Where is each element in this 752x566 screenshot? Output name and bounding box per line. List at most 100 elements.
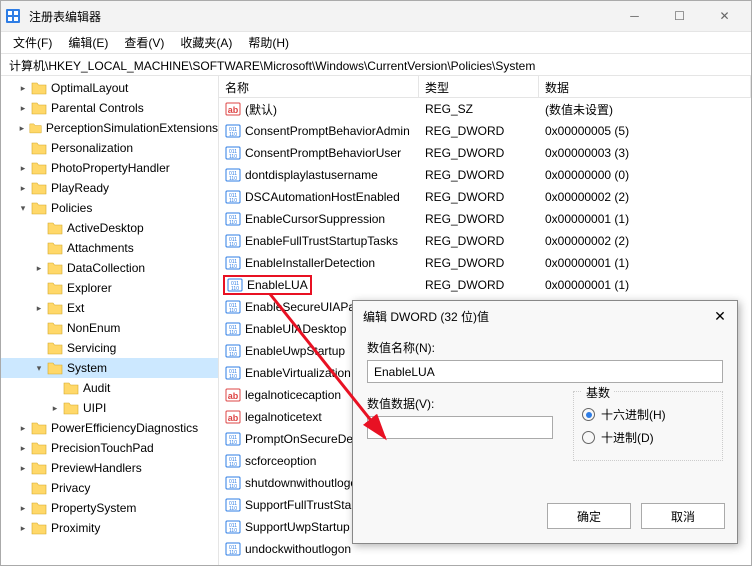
expander-icon[interactable]: ▾ xyxy=(17,202,29,214)
expander-icon[interactable] xyxy=(49,382,61,394)
folder-icon xyxy=(47,221,63,235)
tree-node-privacy[interactable]: Privacy xyxy=(1,478,218,498)
expander-icon[interactable] xyxy=(17,142,29,154)
value-name: EnableUIADesktop xyxy=(245,322,346,336)
expander-icon[interactable] xyxy=(33,242,45,254)
expander-icon[interactable]: ▸ xyxy=(17,502,29,514)
svg-text:110: 110 xyxy=(229,462,237,468)
value-row[interactable]: 011110DSCAutomationHostEnabledREG_DWORD0… xyxy=(219,186,751,208)
tree-node-proximity[interactable]: ▸Proximity xyxy=(1,518,218,538)
expander-icon[interactable]: ▾ xyxy=(33,362,45,374)
value-row[interactable]: 011110EnableCursorSuppressionREG_DWORD0x… xyxy=(219,208,751,230)
menu-help[interactable]: 帮助(H) xyxy=(240,31,297,54)
expander-icon[interactable] xyxy=(33,322,45,334)
value-row[interactable]: 011110EnableLUAREG_DWORD0x00000001 (1) xyxy=(219,274,751,296)
tree-node-policies[interactable]: ▾Policies xyxy=(1,198,218,218)
menu-edit[interactable]: 编辑(E) xyxy=(60,31,116,54)
tree-node-servicing[interactable]: Servicing xyxy=(1,338,218,358)
expander-icon[interactable]: ▸ xyxy=(17,442,29,454)
close-button[interactable]: ✕ xyxy=(702,2,747,30)
minimize-button[interactable]: ─ xyxy=(612,2,657,30)
expander-icon[interactable] xyxy=(17,482,29,494)
tree-node-powerefficiencydiagnostics[interactable]: ▸ PowerEfficiencyDiagnostics xyxy=(1,418,218,438)
radio-dec[interactable]: 十进制(D) xyxy=(582,429,714,446)
expander-icon[interactable]: ▸ xyxy=(17,422,29,434)
cell-name: 011110DSCAutomationHostEnabled xyxy=(219,187,419,207)
value-row[interactable]: ab(默认)REG_SZ(数值未设置) xyxy=(219,98,751,120)
value-row[interactable]: 011110EnableFullTrustStartupTasksREG_DWO… xyxy=(219,230,751,252)
edit-dword-dialog: 编辑 DWORD (32 位)值 ✕ 数值名称(N): 数值数据(V): 基数 … xyxy=(352,300,738,544)
menu-file[interactable]: 文件(F) xyxy=(5,31,60,54)
tree-node-personalization[interactable]: Personalization xyxy=(1,138,218,158)
tree-node-datacollection[interactable]: ▸DataCollection xyxy=(1,258,218,278)
svg-text:110: 110 xyxy=(229,176,237,182)
svg-text:110: 110 xyxy=(229,154,237,160)
tree-node-photopropertyhandler[interactable]: ▸ PhotoPropertyHandler xyxy=(1,158,218,178)
tree-label: NonEnum xyxy=(67,321,120,335)
cell-data: (数值未设置) xyxy=(539,99,751,120)
column-name[interactable]: 名称 xyxy=(219,76,419,97)
svg-text:110: 110 xyxy=(229,440,237,446)
value-data-input[interactable] xyxy=(367,416,553,439)
cell-type: REG_SZ xyxy=(419,100,539,118)
folder-icon xyxy=(31,161,47,175)
cell-data: 0x00000001 (1) xyxy=(539,254,751,272)
tree-node-activedesktop[interactable]: ActiveDesktop xyxy=(1,218,218,238)
address-bar[interactable]: 计算机\HKEY_LOCAL_MACHINE\SOFTWARE\Microsof… xyxy=(1,53,751,75)
expander-icon[interactable]: ▸ xyxy=(33,262,45,274)
expander-icon[interactable]: ▸ xyxy=(33,302,45,314)
app-icon xyxy=(5,8,21,24)
tree-panel[interactable]: ▸OptimalLayout▸Parental Controls▸Percept… xyxy=(1,76,219,565)
expander-icon[interactable] xyxy=(33,222,45,234)
cell-type: REG_DWORD xyxy=(419,122,539,140)
cell-type: REG_DWORD xyxy=(419,254,539,272)
tree-label: PhotoPropertyHandler xyxy=(51,161,170,175)
tree-node-precisiontouchpad[interactable]: ▸PrecisionTouchPad xyxy=(1,438,218,458)
column-type[interactable]: 类型 xyxy=(419,76,539,97)
cancel-button[interactable]: 取消 xyxy=(641,503,725,529)
tree-node-previewhandlers[interactable]: ▸PreviewHandlers xyxy=(1,458,218,478)
dword-value-icon: 011110 xyxy=(227,277,243,293)
radio-hex[interactable]: 十六进制(H) xyxy=(582,406,714,423)
titlebar: 注册表编辑器 ─ ☐ ✕ xyxy=(1,1,751,31)
tree-node-perceptionsimulationextensions[interactable]: ▸PerceptionSimulationExtensions xyxy=(1,118,218,138)
tree-node-ext[interactable]: ▸Ext xyxy=(1,298,218,318)
value-name: EnableUwpStartup xyxy=(245,344,345,358)
value-name: legalnoticecaption xyxy=(245,388,341,402)
value-row[interactable]: 011110EnableInstallerDetectionREG_DWORD0… xyxy=(219,252,751,274)
tree-node-playready[interactable]: ▸PlayReady xyxy=(1,178,218,198)
maximize-button[interactable]: ☐ xyxy=(657,2,702,30)
column-data[interactable]: 数据 xyxy=(539,76,751,97)
menu-favorites[interactable]: 收藏夹(A) xyxy=(172,31,240,54)
tree-node-parental-controls[interactable]: ▸Parental Controls xyxy=(1,98,218,118)
folder-icon xyxy=(31,441,47,455)
dword-value-icon: 011110 xyxy=(225,431,241,447)
tree-node-nonenum[interactable]: NonEnum xyxy=(1,318,218,338)
value-name-input[interactable] xyxy=(367,360,723,383)
expander-icon[interactable]: ▸ xyxy=(17,82,29,94)
expander-icon[interactable]: ▸ xyxy=(17,162,29,174)
expander-icon[interactable]: ▸ xyxy=(17,102,29,114)
tree-node-audit[interactable]: Audit xyxy=(1,378,218,398)
tree-node-system[interactable]: ▾System xyxy=(1,358,218,378)
expander-icon[interactable]: ▸ xyxy=(49,402,61,414)
dialog-close-button[interactable]: ✕ xyxy=(709,305,731,327)
expander-icon[interactable]: ▸ xyxy=(17,182,29,194)
expander-icon[interactable] xyxy=(33,282,45,294)
expander-icon[interactable] xyxy=(33,342,45,354)
tree-node-uipi[interactable]: ▸UIPI xyxy=(1,398,218,418)
value-row[interactable]: 011110ConsentPromptBehaviorAdminREG_DWOR… xyxy=(219,120,751,142)
tree-label: Attachments xyxy=(67,241,134,255)
tree-node-optimallayout[interactable]: ▸OptimalLayout xyxy=(1,78,218,98)
tree-label: PowerEfficiencyDiagnostics xyxy=(51,421,198,435)
tree-node-attachments[interactable]: Attachments xyxy=(1,238,218,258)
tree-node-propertysystem[interactable]: ▸PropertySystem xyxy=(1,498,218,518)
value-row[interactable]: 011110dontdisplaylastusernameREG_DWORD0x… xyxy=(219,164,751,186)
tree-node-explorer[interactable]: Explorer xyxy=(1,278,218,298)
ok-button[interactable]: 确定 xyxy=(547,503,631,529)
expander-icon[interactable]: ▸ xyxy=(17,122,27,134)
value-row[interactable]: 011110ConsentPromptBehaviorUserREG_DWORD… xyxy=(219,142,751,164)
expander-icon[interactable]: ▸ xyxy=(17,522,29,534)
expander-icon[interactable]: ▸ xyxy=(17,462,29,474)
menu-view[interactable]: 查看(V) xyxy=(116,31,172,54)
